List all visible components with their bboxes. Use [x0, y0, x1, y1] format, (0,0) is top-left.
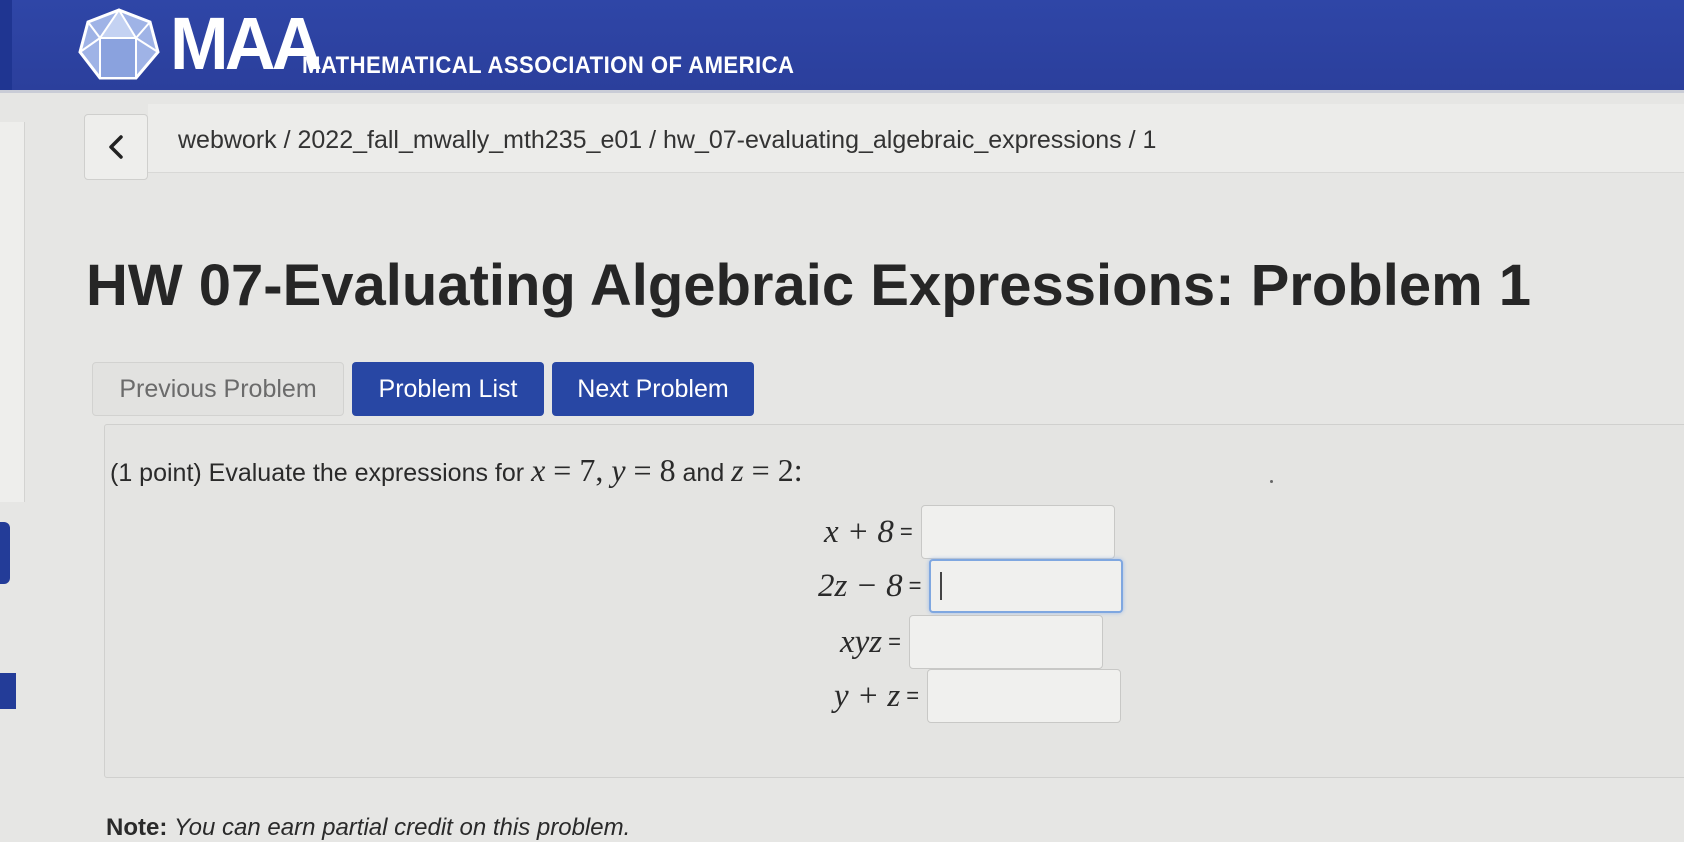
- equals-sign: =: [899, 519, 913, 544]
- value-z: 2: [777, 452, 794, 488]
- left-sidebar-edge: [0, 122, 25, 502]
- next-problem-button[interactable]: Next Problem: [552, 362, 754, 416]
- left-sidebar-tab[interactable]: [0, 522, 10, 584]
- problem-list-button[interactable]: Problem List: [352, 362, 544, 416]
- problem-prompt: (1 point) Evaluate the expressions for x…: [110, 452, 803, 488]
- note-label: Note:: [106, 814, 168, 841]
- answer-row: x + 8 =: [824, 504, 1115, 560]
- site-header: MAA MATHEMATICAL ASSOCIATION OF AMERICA: [0, 0, 1684, 93]
- breadcrumb-back-button[interactable]: [84, 114, 148, 180]
- page-title: HW 07-Evaluating Algebraic Expressions: …: [86, 253, 1532, 318]
- value-y: 8: [659, 452, 676, 488]
- answer-input-1[interactable]: [920, 505, 1115, 559]
- left-sidebar-marker: [0, 673, 16, 709]
- equals-sign: =: [888, 629, 901, 654]
- var-z: z: [731, 452, 744, 488]
- expression-label: y + z: [834, 677, 901, 714]
- answer-input-4[interactable]: [927, 669, 1122, 723]
- previous-problem-button[interactable]: Previous Problem: [92, 362, 344, 416]
- equals-sign: =: [908, 573, 922, 598]
- text-cursor: [940, 572, 943, 600]
- answer-row: y + z =: [834, 668, 1122, 724]
- var-x: x: [531, 452, 546, 488]
- stray-mark: [1270, 480, 1273, 483]
- expression-label: 2z − 8: [818, 567, 903, 604]
- chevron-left-icon: [109, 135, 123, 159]
- value-x: 7: [579, 452, 596, 488]
- org-name: MATHEMATICAL ASSOCIATION OF AMERICA: [302, 52, 795, 79]
- answer-input-wrapper: [929, 559, 1124, 613]
- maa-logo-icon[interactable]: [78, 8, 160, 80]
- and-word: and: [682, 459, 725, 487]
- breadcrumb-path[interactable]: webwork / 2022_fall_mwally_mth235_e01 / …: [178, 126, 1156, 155]
- logo-text[interactable]: MAA: [170, 4, 322, 84]
- partial-credit-note: Note: You can earn partial credit on thi…: [106, 814, 630, 842]
- note-text: You can earn partial credit on this prob…: [174, 814, 631, 841]
- answer-input-2[interactable]: [929, 559, 1124, 613]
- answer-row: xyz =: [840, 614, 1103, 670]
- expression-label: xyz: [840, 623, 883, 660]
- answer-input-3[interactable]: [909, 615, 1103, 669]
- expression-label: x + 8: [824, 513, 894, 550]
- equals-sign: =: [906, 683, 920, 708]
- answer-row: 2z − 8 =: [818, 558, 1124, 614]
- problem-points-text: (1 point) Evaluate the expressions for: [110, 459, 525, 487]
- var-y: y: [611, 452, 626, 488]
- header-edge: [0, 0, 12, 90]
